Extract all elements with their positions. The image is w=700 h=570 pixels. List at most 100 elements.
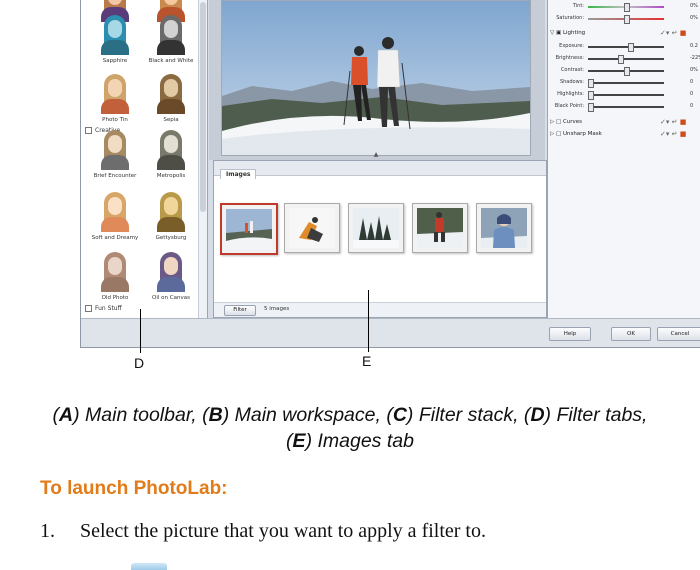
- portrait-image: [98, 128, 132, 170]
- lighting-slider-row: Exposure: 0.2: [548, 42, 700, 52]
- figure-caption: (A) Main toolbar, (B) Main workspace, (C…: [52, 404, 648, 452]
- ok-button[interactable]: OK: [611, 327, 651, 341]
- filter-thumbnail[interactable]: Sepia: [143, 72, 199, 123]
- filter-thumbnail[interactable]: Oil on Canvas: [143, 250, 199, 301]
- image-thumbnail[interactable]: [412, 203, 468, 253]
- slider-label: Highlights:: [557, 91, 584, 97]
- cancel-button[interactable]: Cancel: [657, 327, 700, 341]
- slider-label: Contrast:: [560, 67, 584, 73]
- slider-track[interactable]: [588, 82, 664, 84]
- saturation-slider-knob[interactable]: [624, 15, 630, 24]
- saturation-value: 0%: [690, 15, 698, 21]
- slider-knob[interactable]: [588, 103, 594, 112]
- filter-thumbnail[interactable]: Brief Encounter: [87, 128, 143, 179]
- caption-text-b: ) Main workspace, (: [222, 404, 393, 426]
- filter-options-icons[interactable]: ✓▾ ↵ ■: [660, 118, 686, 126]
- scrollbar-thumb[interactable]: [200, 2, 206, 212]
- filter-options-icons[interactable]: ✓▾ ↵ ■: [660, 130, 686, 138]
- lighting-slider-row: Brightness: -22%: [548, 54, 700, 64]
- filter-thumbnail[interactable]: Soft and Dreamy: [87, 190, 143, 241]
- filter-thumbnail-label: Sapphire: [102, 58, 128, 64]
- filter-thumbnail[interactable]: Black and White: [143, 13, 199, 64]
- tint-value: 0%: [690, 3, 698, 9]
- slider-label: Black Point:: [554, 103, 584, 109]
- group-label: Fun Stuff: [95, 305, 122, 312]
- portrait-image: [154, 190, 188, 232]
- snowy-trees-image: [353, 208, 399, 248]
- slider-label: Shadows:: [559, 79, 584, 85]
- ski-photo-image: [222, 1, 530, 155]
- filter-thumbnail-label: Brief Encounter: [93, 173, 137, 179]
- main-workspace: [209, 0, 545, 160]
- slider-knob[interactable]: [618, 55, 625, 64]
- lighting-slider-row: Shadows: 0: [548, 78, 700, 88]
- slider-value: -22%: [690, 55, 700, 61]
- workspace-photo[interactable]: [221, 0, 531, 156]
- help-button[interactable]: Help: [549, 327, 591, 341]
- filter-thumbnail[interactable]: Metropolis: [143, 128, 199, 179]
- slider-label: Exposure:: [559, 43, 584, 49]
- image-thumbnail[interactable]: [476, 203, 532, 253]
- skiers-image: [226, 209, 272, 249]
- photolab-window: Creative Fun Stuff IntenseWarmerSapphire…: [80, 0, 700, 348]
- filter-thumbnail[interactable]: Gettysburg: [143, 190, 199, 241]
- curves-header[interactable]: ▷ □ Curves ✓▾ ↵ ■: [548, 118, 700, 128]
- portrait-image: [154, 128, 188, 170]
- callout-label-d: D: [134, 355, 145, 371]
- curves-toggle[interactable]: ▷ □ Curves: [550, 119, 582, 125]
- tab-images[interactable]: Images: [220, 169, 257, 179]
- filter-options-icons[interactable]: ✓▾ ↵ ■: [660, 29, 686, 37]
- unsharp-mask-header[interactable]: ▷ □ Unsharp Mask ✓▾ ↵ ■: [548, 130, 700, 140]
- lighting-header[interactable]: ▽ ▣ Lighting ✓▾ ↵ ■: [548, 29, 700, 39]
- unsharp-mask-toggle[interactable]: ▷ □ Unsharp Mask: [550, 131, 602, 137]
- skier-in-trees-image: [417, 208, 463, 248]
- images-footer: Filter 5 images: [214, 302, 546, 317]
- callout-line-e: [368, 290, 369, 352]
- saturation-row: Saturation: 0%: [548, 14, 700, 24]
- portrait-image: [154, 72, 188, 114]
- caption-text-c: ) Filter stack, (: [406, 404, 531, 426]
- filter-button[interactable]: Filter: [224, 305, 256, 316]
- slider-value: 0%: [690, 67, 698, 73]
- portrait-image: [98, 13, 132, 55]
- dialog-button-bar: Help OK Cancel: [81, 318, 700, 347]
- slider-track[interactable]: [588, 106, 664, 108]
- step-number: 1.: [40, 520, 55, 542]
- caption-text-d: ) Filter tabs,: [544, 404, 648, 426]
- filter-thumbnail[interactable]: Old Photo: [87, 250, 143, 301]
- slider-knob[interactable]: [588, 79, 594, 88]
- slider-knob[interactable]: [624, 67, 630, 76]
- image-thumbnail[interactable]: [220, 203, 278, 255]
- filter-thumbnail-label: Photo Tin: [102, 117, 128, 123]
- slider-track[interactable]: [588, 94, 664, 96]
- slider-knob[interactable]: [627, 43, 634, 52]
- image-count: 5 images: [264, 306, 290, 312]
- group-header-fun-stuff[interactable]: Fun Stuff: [85, 305, 122, 312]
- filter-tabs-scrollbar[interactable]: [198, 0, 207, 318]
- filter-thumbnail[interactable]: Sapphire: [87, 13, 143, 64]
- section-heading: To launch PhotoLab:: [40, 478, 228, 499]
- splitter-grip-icon[interactable]: ▲: [369, 152, 383, 158]
- slider-value: 0: [690, 91, 694, 97]
- slider-track[interactable]: [588, 46, 664, 48]
- image-thumbnail[interactable]: [348, 203, 404, 253]
- caption-text-e: ) Images tab: [305, 430, 414, 452]
- slider-track[interactable]: [588, 58, 664, 60]
- filter-thumbnail[interactable]: Photo Tin: [87, 72, 143, 123]
- slider-knob[interactable]: [588, 91, 594, 100]
- woman-in-snow-image: [481, 208, 527, 248]
- images-tab-header: Images: [214, 161, 546, 179]
- images-tab-panel: Images Filter 5 images: [213, 160, 547, 318]
- workspace-splitter[interactable]: ▲: [209, 152, 545, 160]
- curves-label: Curves: [562, 119, 583, 125]
- slider-value: 0.2: [690, 43, 698, 49]
- filter-thumbnail-label: Old Photo: [101, 295, 129, 301]
- image-thumbnail[interactable]: [284, 203, 340, 253]
- tint-slider-knob[interactable]: [624, 3, 630, 12]
- lighting-slider-row: Black Point: 0: [548, 102, 700, 112]
- filter-thumbnail-label: Black and White: [148, 58, 194, 64]
- lighting-toggle[interactable]: ▽ ▣ Lighting: [550, 30, 585, 36]
- filter-stack-panel: Tint: 0% Saturation: 0% ▽ ▣ Lighting ✓▾ …: [547, 0, 700, 318]
- snowboarder-image: [289, 208, 335, 248]
- tint-label: Tint:: [572, 3, 584, 9]
